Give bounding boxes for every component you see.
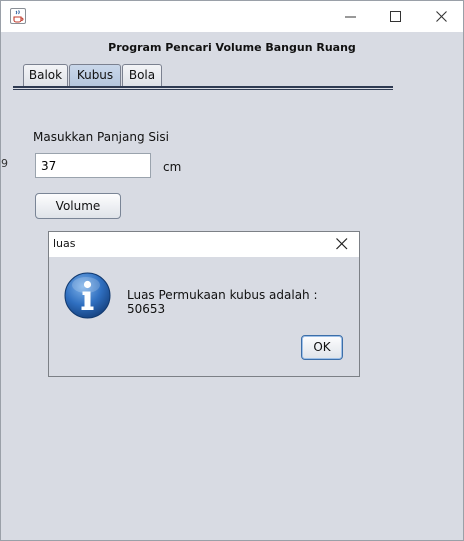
clipped-glyph: 9: [1, 157, 8, 170]
tab-underline-secondary: [13, 89, 393, 90]
info-icon: [64, 272, 111, 319]
volume-button[interactable]: Volume: [35, 193, 121, 219]
close-icon: [336, 238, 348, 250]
tab-underline: [13, 86, 393, 88]
minimize-button[interactable]: [328, 1, 374, 32]
close-window-button[interactable]: [419, 1, 464, 32]
tab-kubus[interactable]: Kubus: [69, 64, 121, 87]
minimize-icon: [345, 16, 356, 18]
dialog-title: luas: [53, 237, 76, 250]
side-length-label: Masukkan Panjang Sisi: [33, 130, 169, 144]
close-icon: [436, 11, 447, 22]
main-window: Program Pencari Volume Bangun Ruang Balo…: [0, 0, 464, 541]
message-dialog: luas Luas Permukaan kubus adalah: 50653…: [48, 231, 360, 377]
side-length-input[interactable]: [35, 153, 151, 178]
title-bar[interactable]: [1, 1, 463, 32]
tab-balok[interactable]: Balok: [23, 64, 68, 86]
dialog-title-bar[interactable]: luas: [49, 232, 359, 257]
unit-label: cm: [163, 160, 182, 174]
maximize-button[interactable]: [373, 1, 419, 32]
tab-bola[interactable]: Bola: [122, 64, 162, 86]
ok-button[interactable]: OK: [301, 335, 343, 360]
java-cup-icon: [10, 8, 26, 24]
dialog-message: Luas Permukaan kubus adalah : 50653: [127, 288, 318, 316]
dialog-close-button[interactable]: [328, 232, 356, 257]
maximize-icon: [390, 11, 401, 22]
page-title: Program Pencari Volume Bangun Ruang: [108, 41, 356, 54]
